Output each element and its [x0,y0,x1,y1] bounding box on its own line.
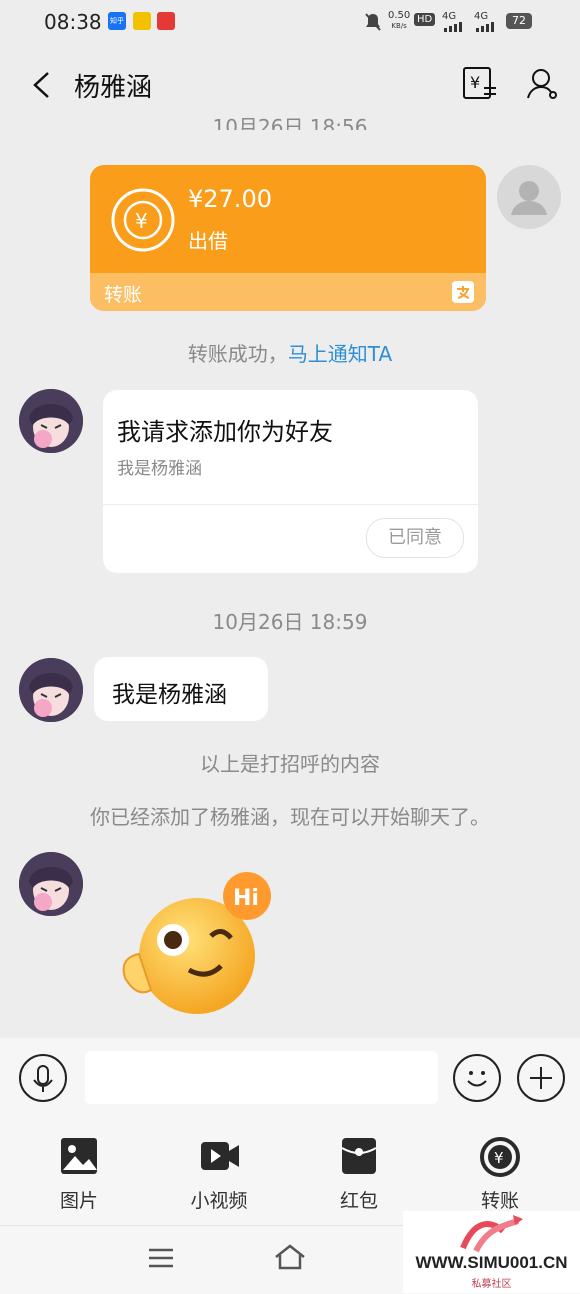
emoji-button[interactable] [453,1054,501,1102]
home-icon[interactable] [273,1243,307,1271]
red-packet-icon [341,1138,377,1174]
contact-avatar[interactable] [19,658,83,722]
contact-avatar[interactable] [19,852,83,916]
notify-link[interactable]: 马上通知TA [288,342,392,366]
signal-icon-1 [444,22,462,32]
transfer-footer: 转账 [90,273,486,311]
watermark-name: 私募社区 [471,1279,512,1290]
timestamp-2: 10月26日 18:59 [212,610,368,634]
friend-request-card: 我请求添加你为好友 我是杨雅涵 已同意 [103,390,478,573]
transfer-note: 出借 [188,229,228,253]
anime-avatar-icon [19,852,83,916]
contact-profile-icon[interactable] [525,66,561,102]
default-avatar-icon [511,181,547,215]
video-icon [201,1142,239,1170]
hd-badge: HD [414,13,436,26]
toolbar-item-image[interactable]: 图片 [29,1136,129,1216]
smiley-icon [467,1071,487,1087]
message-input[interactable] [85,1051,438,1104]
signal-icon-2 [476,22,494,32]
card-divider [103,504,478,505]
transfer-amount: ¥27.00 [188,185,272,213]
svg-text:¥: ¥ [494,1149,504,1167]
transfer-success-text: 转账成功， [187,342,288,366]
more-button[interactable] [517,1054,565,1102]
net-speed-unit: KB/s [391,22,407,30]
anime-avatar-icon [19,658,83,722]
battery-indicator: 72 [506,13,532,29]
alipay-logo-icon [452,281,474,303]
transfer-record-icon[interactable]: ¥ [462,66,498,102]
my-avatar[interactable] [497,165,561,229]
voice-button[interactable] [19,1054,67,1102]
transfer-success-notice: 转账成功，马上通知TA [0,338,580,367]
timestamp-top: 10月26日 18:56 [212,116,368,130]
system-message-added: 你已经添加了杨雅涵，现在可以开始聊天了。 [90,805,490,829]
image-icon [61,1138,97,1174]
watermark-domain: WWW.SIMU001.CN [415,1253,568,1272]
transfer-coin-icon: ¥ [111,188,175,252]
message-bubble[interactable]: 我是杨雅涵 [94,657,268,721]
sticker-hi-text: Hi [233,886,259,911]
hi-sticker[interactable]: Hi [115,868,275,1028]
svg-text:¥: ¥ [470,73,480,92]
mute-bell-icon [365,13,381,31]
net-speed-value: 0.50 [388,10,411,21]
app-icon-2 [133,12,151,30]
toolbar-item-transfer[interactable]: ¥ 转账 [450,1136,550,1216]
watermark-logo-icon [460,1215,523,1253]
toolbar-item-video[interactable]: 小视频 [169,1136,269,1216]
contact-avatar[interactable] [19,389,83,453]
net-speed: 0.50 KB/s [388,11,410,31]
zhihu-app-label: 知乎 [110,17,124,25]
svg-text:¥: ¥ [135,209,148,233]
transfer-card[interactable]: ¥ ¥27.00 出借 转账 [90,165,486,311]
transfer-icon: ¥ [480,1137,520,1177]
message-text: 我是杨雅涵 [112,682,227,708]
friend-request-subtitle: 我是杨雅涵 [117,459,202,479]
app-icon-3 [157,12,175,30]
zhihu-app-icon: 知乎 [108,12,126,30]
accepted-button[interactable]: 已同意 [366,518,464,558]
back-arrow-icon[interactable] [28,70,58,100]
toolbar-item-red-packet[interactable]: 红包 [309,1136,409,1216]
toolbar-label: 小视频 [190,1190,248,1212]
plus-icon [530,1067,552,1089]
system-message-greeting: 以上是打招呼的内容 [200,752,380,776]
toolbar-label: 图片 [59,1190,98,1212]
microphone-icon [33,1065,53,1092]
menu-icon[interactable] [147,1246,175,1270]
status-time: 08:38 [44,10,102,34]
toolbar-label: 转账 [480,1190,519,1212]
page-title: 杨雅涵 [74,73,153,103]
watermark: WWW.SIMU001.CN 私募社区 [403,1211,580,1293]
status-bar: 08:38 知乎 0.50 KB/s HD 4G 4G 72 [0,0,580,46]
transfer-footer-label: 转账 [104,284,143,306]
friend-request-title: 我请求添加你为好友 [117,418,333,446]
anime-avatar-icon [19,389,83,453]
toolbar-label: 红包 [339,1190,378,1212]
